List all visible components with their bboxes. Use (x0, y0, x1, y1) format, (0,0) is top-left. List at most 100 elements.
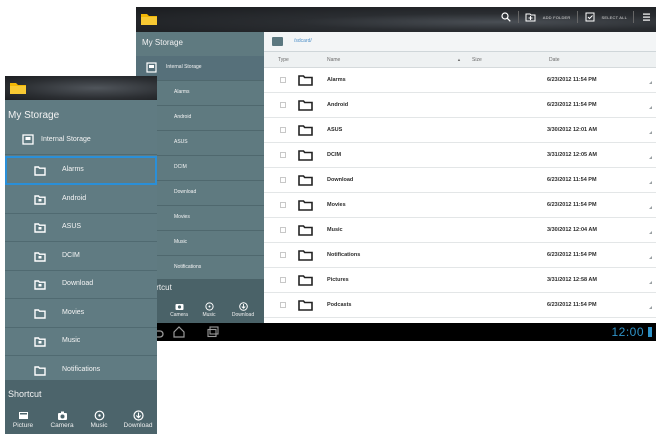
row-checkbox[interactable] (280, 177, 286, 183)
row-checkbox[interactable] (280, 302, 286, 308)
sidebar-item-label: Android (174, 114, 192, 120)
select-all-icon[interactable] (584, 11, 596, 23)
folder-icon (298, 225, 313, 236)
folder-logo-icon[interactable] (9, 80, 27, 95)
row-menu-corner-icon[interactable] (649, 181, 652, 184)
tablet-file-manager-window: ADD FOLDER SELECT ALL My Storage Interna… (136, 7, 656, 341)
file-list-header: Type Name ▲ Size Date (264, 52, 656, 68)
search-icon[interactable] (500, 11, 512, 23)
up-folder-icon[interactable] (272, 37, 283, 46)
column-type[interactable]: Type (278, 57, 289, 63)
folder-icon (298, 275, 313, 286)
add-folder-button[interactable]: ADD FOLDER (543, 15, 571, 20)
folder-icon (298, 200, 313, 211)
shortcut-camera[interactable]: Camera (164, 302, 194, 318)
file-name: DCIM (327, 152, 342, 158)
row-menu-corner-icon[interactable] (649, 231, 652, 234)
shortcut-title: Shortcut (8, 389, 42, 399)
sidebar-item-label: Internal Storage (166, 64, 202, 70)
file-date: 6/23/2012 11:54 PM (547, 202, 597, 208)
row-menu-corner-icon[interactable] (649, 131, 652, 134)
music-icon (204, 302, 214, 311)
file-name: Alarms (327, 77, 346, 83)
row-menu-corner-icon[interactable] (649, 306, 652, 309)
sidebar-item-label: Alarms (174, 89, 190, 95)
sidebar-item-asus[interactable]: ASUS (5, 213, 157, 242)
action-separator (576, 11, 578, 23)
row-checkbox[interactable] (280, 277, 286, 283)
sidebar-item-download[interactable]: Download (5, 270, 157, 299)
sidebar-item-internal-storage[interactable]: Internal Storage (5, 126, 157, 155)
current-path[interactable]: /sdcard/ (294, 38, 312, 44)
shortcut-label: Camera (50, 422, 74, 429)
select-all-button[interactable]: SELECT ALL (602, 15, 628, 20)
column-size[interactable]: Size (472, 57, 482, 63)
row-checkbox[interactable] (280, 102, 286, 108)
sidebar-item-label: Internal Storage (41, 136, 91, 143)
table-row[interactable]: Movies 6/23/2012 11:54 PM (264, 193, 656, 218)
recent-apps-icon[interactable] (206, 326, 220, 338)
table-row[interactable]: Podcasts 6/23/2012 11:54 PM (264, 293, 656, 318)
add-folder-icon[interactable] (525, 11, 537, 23)
camera-icon (175, 304, 183, 310)
file-name: Android (327, 102, 349, 108)
row-menu-corner-icon[interactable] (649, 106, 652, 109)
file-name: Podcasts (327, 302, 352, 308)
table-row[interactable]: Alarms 6/23/2012 11:54 PM (264, 68, 656, 93)
row-checkbox[interactable] (280, 127, 286, 133)
row-checkbox[interactable] (280, 77, 286, 83)
action-bar-actions: ADD FOLDER SELECT ALL (500, 11, 652, 23)
folder-logo-icon[interactable] (140, 11, 158, 26)
shortcut-download[interactable]: Download (228, 302, 258, 318)
shortcut-label: Download (231, 312, 255, 318)
table-row[interactable]: Pictures 3/31/2012 12:58 AM (264, 268, 656, 293)
sidebar-item-label: Alarms (62, 166, 84, 173)
shortcut-music[interactable]: Music (194, 302, 224, 318)
folder-icon (34, 223, 46, 233)
folder-icon (298, 150, 313, 161)
home-icon[interactable] (172, 326, 186, 338)
shortcut-label: Download (123, 422, 153, 429)
table-row[interactable]: Download 6/23/2012 11:54 PM (264, 168, 656, 193)
row-checkbox[interactable] (280, 227, 286, 233)
battery-icon (648, 327, 652, 337)
sidebar-item-movies[interactable]: Movies (5, 299, 157, 328)
path-bar: /sdcard/ (264, 32, 656, 52)
shortcut-download[interactable]: Download (119, 410, 157, 429)
column-name[interactable]: Name (327, 57, 340, 63)
system-navigation-bar: 12:00 (136, 323, 656, 341)
status-clock: 12:00 (611, 325, 644, 339)
overflow-menu-icon[interactable] (640, 11, 652, 23)
table-row[interactable]: Music 3/30/2012 12:04 AM (264, 218, 656, 243)
folder-icon (34, 337, 46, 347)
folder-icon (34, 280, 46, 290)
file-date: 6/23/2012 11:54 PM (547, 302, 597, 308)
column-date[interactable]: Date (549, 57, 560, 63)
row-menu-corner-icon[interactable] (649, 256, 652, 259)
sidebar-item-label: Movies (62, 308, 85, 316)
music-icon (94, 410, 104, 421)
sidebar-item-label: Music (174, 239, 188, 245)
sidebar-item-music[interactable]: Music (5, 327, 157, 356)
table-row[interactable]: Notifications 6/23/2012 11:54 PM (264, 243, 656, 268)
screenshot-stage: ADD FOLDER SELECT ALL My Storage Interna… (0, 0, 656, 434)
row-menu-corner-icon[interactable] (649, 206, 652, 209)
table-row[interactable]: DCIM 3/31/2012 12:05 AM (264, 143, 656, 168)
row-checkbox[interactable] (280, 202, 286, 208)
sidebar-item-alarms[interactable]: Alarms (5, 156, 157, 185)
row-checkbox[interactable] (280, 252, 286, 258)
row-menu-corner-icon[interactable] (649, 81, 652, 84)
sidebar-item-dcim[interactable]: DCIM (5, 242, 157, 271)
sort-indicator: ▲ (457, 57, 461, 62)
shortcut-camera[interactable]: Camera (43, 410, 81, 429)
row-menu-corner-icon[interactable] (649, 281, 652, 284)
row-checkbox[interactable] (280, 152, 286, 158)
sidebar-item-android[interactable]: Android (5, 185, 157, 214)
shortcut-picture[interactable]: Picture (5, 410, 42, 429)
shortcut-music[interactable]: Music (80, 410, 118, 429)
file-date: 3/31/2012 12:05 AM (547, 152, 597, 158)
folder-icon (34, 194, 46, 205)
table-row[interactable]: ASUS 3/30/2012 12:01 AM (264, 118, 656, 143)
row-menu-corner-icon[interactable] (649, 156, 652, 159)
table-row[interactable]: Android 6/23/2012 11:54 PM (264, 93, 656, 118)
